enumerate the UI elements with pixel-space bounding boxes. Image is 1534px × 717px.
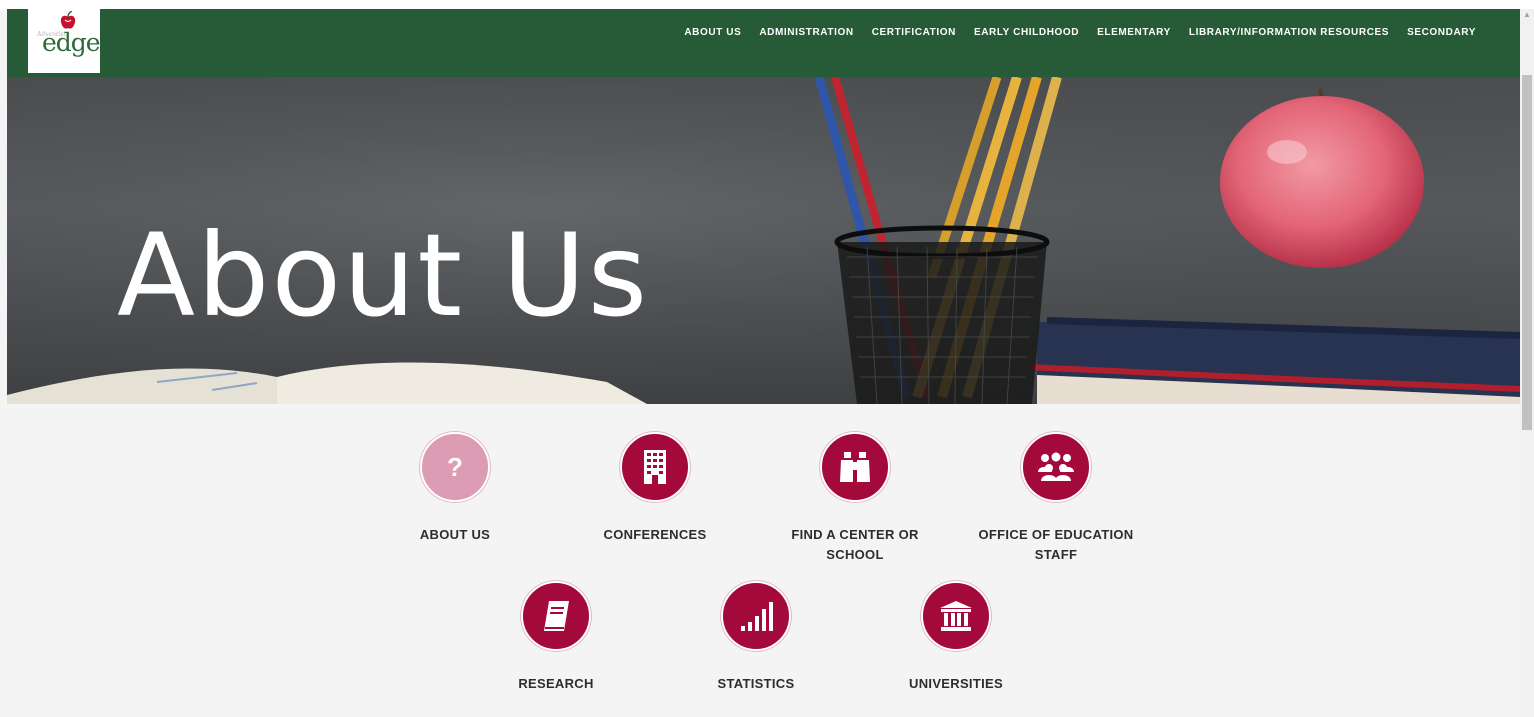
tile-label: STATISTICS (717, 676, 795, 691)
nav-item-administration[interactable]: ADMINISTRATION (759, 27, 853, 38)
tile-find-center-circle (820, 432, 890, 502)
tile-statistics-circle (721, 581, 791, 651)
top-strip (0, 0, 1534, 9)
book-icon (544, 601, 569, 631)
tile-research-circle (521, 581, 591, 651)
scrollbar[interactable]: ▲ (1520, 9, 1534, 717)
hero-banner: About Us (7, 77, 1520, 404)
main-nav: ABOUT US ADMINISTRATION CERTIFICATION EA… (684, 27, 1476, 38)
site-header: Adventist edge ABOUT US ADMINISTRATION C… (7, 9, 1520, 77)
site-logo[interactable]: Adventist edge (28, 9, 101, 73)
tile-label: CONFERENCES (603, 527, 707, 542)
tile-label: FIND A CENTER OR SCHOOL (791, 527, 919, 562)
nav-item-about-us[interactable]: ABOUT US (684, 27, 741, 38)
tile-conferences-circle (620, 432, 690, 502)
nav-item-certification[interactable]: CERTIFICATION (872, 27, 956, 38)
question-mark-icon: ? (447, 451, 463, 482)
nav-item-secondary[interactable]: SECONDARY (1407, 27, 1476, 38)
tile-label: ABOUT US (419, 527, 491, 542)
tile-about-us-circle: ? (420, 432, 490, 502)
tile-find-center[interactable]: FIND A CENTER OR SCHOOL (765, 432, 945, 565)
nav-item-library[interactable]: LIBRARY/INFORMATION RESOURCES (1189, 27, 1389, 38)
binoculars-icon (840, 452, 870, 482)
nav-item-elementary[interactable]: ELEMENTARY (1097, 27, 1171, 38)
tile-universities-circle (921, 581, 991, 651)
bar-chart-icon (741, 602, 773, 631)
institution-icon (940, 601, 972, 631)
tile-office-staff-circle (1021, 432, 1091, 502)
tile-universities[interactable]: UNIVERSITIES (866, 581, 1046, 694)
scroll-up-arrow-icon[interactable]: ▲ (1523, 10, 1531, 19)
logo-wordmark: edge (42, 28, 101, 57)
scrollbar-thumb[interactable] (1522, 75, 1532, 430)
tile-statistics[interactable]: STATISTICS (666, 581, 846, 694)
page: Adventist edge ABOUT US ADMINISTRATION C… (0, 0, 1534, 717)
people-icon (1038, 452, 1074, 481)
tile-label: OFFICE OF EDUCATION STAFF (978, 527, 1134, 562)
building-icon (644, 450, 666, 484)
nav-item-early-childhood[interactable]: EARLY CHILDHOOD (974, 27, 1079, 38)
tile-research[interactable]: RESEARCH (466, 581, 646, 694)
tile-label: RESEARCH (518, 676, 594, 691)
tile-label: UNIVERSITIES (909, 676, 1003, 691)
tile-office-staff[interactable]: OFFICE OF EDUCATION STAFF (966, 432, 1146, 565)
page-title: About Us (117, 209, 650, 342)
tile-about-us[interactable]: ? ABOUT US (365, 432, 545, 545)
tile-conferences[interactable]: CONFERENCES (565, 432, 745, 545)
